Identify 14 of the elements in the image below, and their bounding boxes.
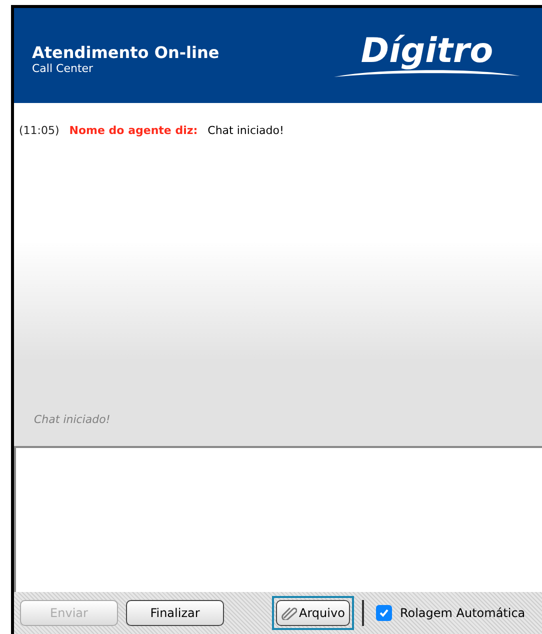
autoscroll-label: Rolagem Automática [400, 605, 526, 622]
message-input[interactable] [14, 446, 542, 592]
attach-button[interactable]: Arquivo [276, 600, 350, 626]
header-title: Atendimento On-line [32, 44, 220, 62]
message-time: (11:05) [19, 123, 60, 139]
paperclip-icon [281, 606, 297, 620]
chat-button[interactable]: Finalizar [126, 600, 224, 626]
autoscroll-checkbox[interactable] [376, 605, 392, 621]
check-icon [378, 608, 389, 618]
logo: Dígitro [360, 34, 494, 68]
status-text: Chat iniciado! [33, 412, 112, 428]
header-subtitle: Call Center [32, 62, 94, 75]
message-text: Chat iniciado! [208, 123, 284, 139]
message-sender: Nome do agente diz: [69, 123, 198, 139]
